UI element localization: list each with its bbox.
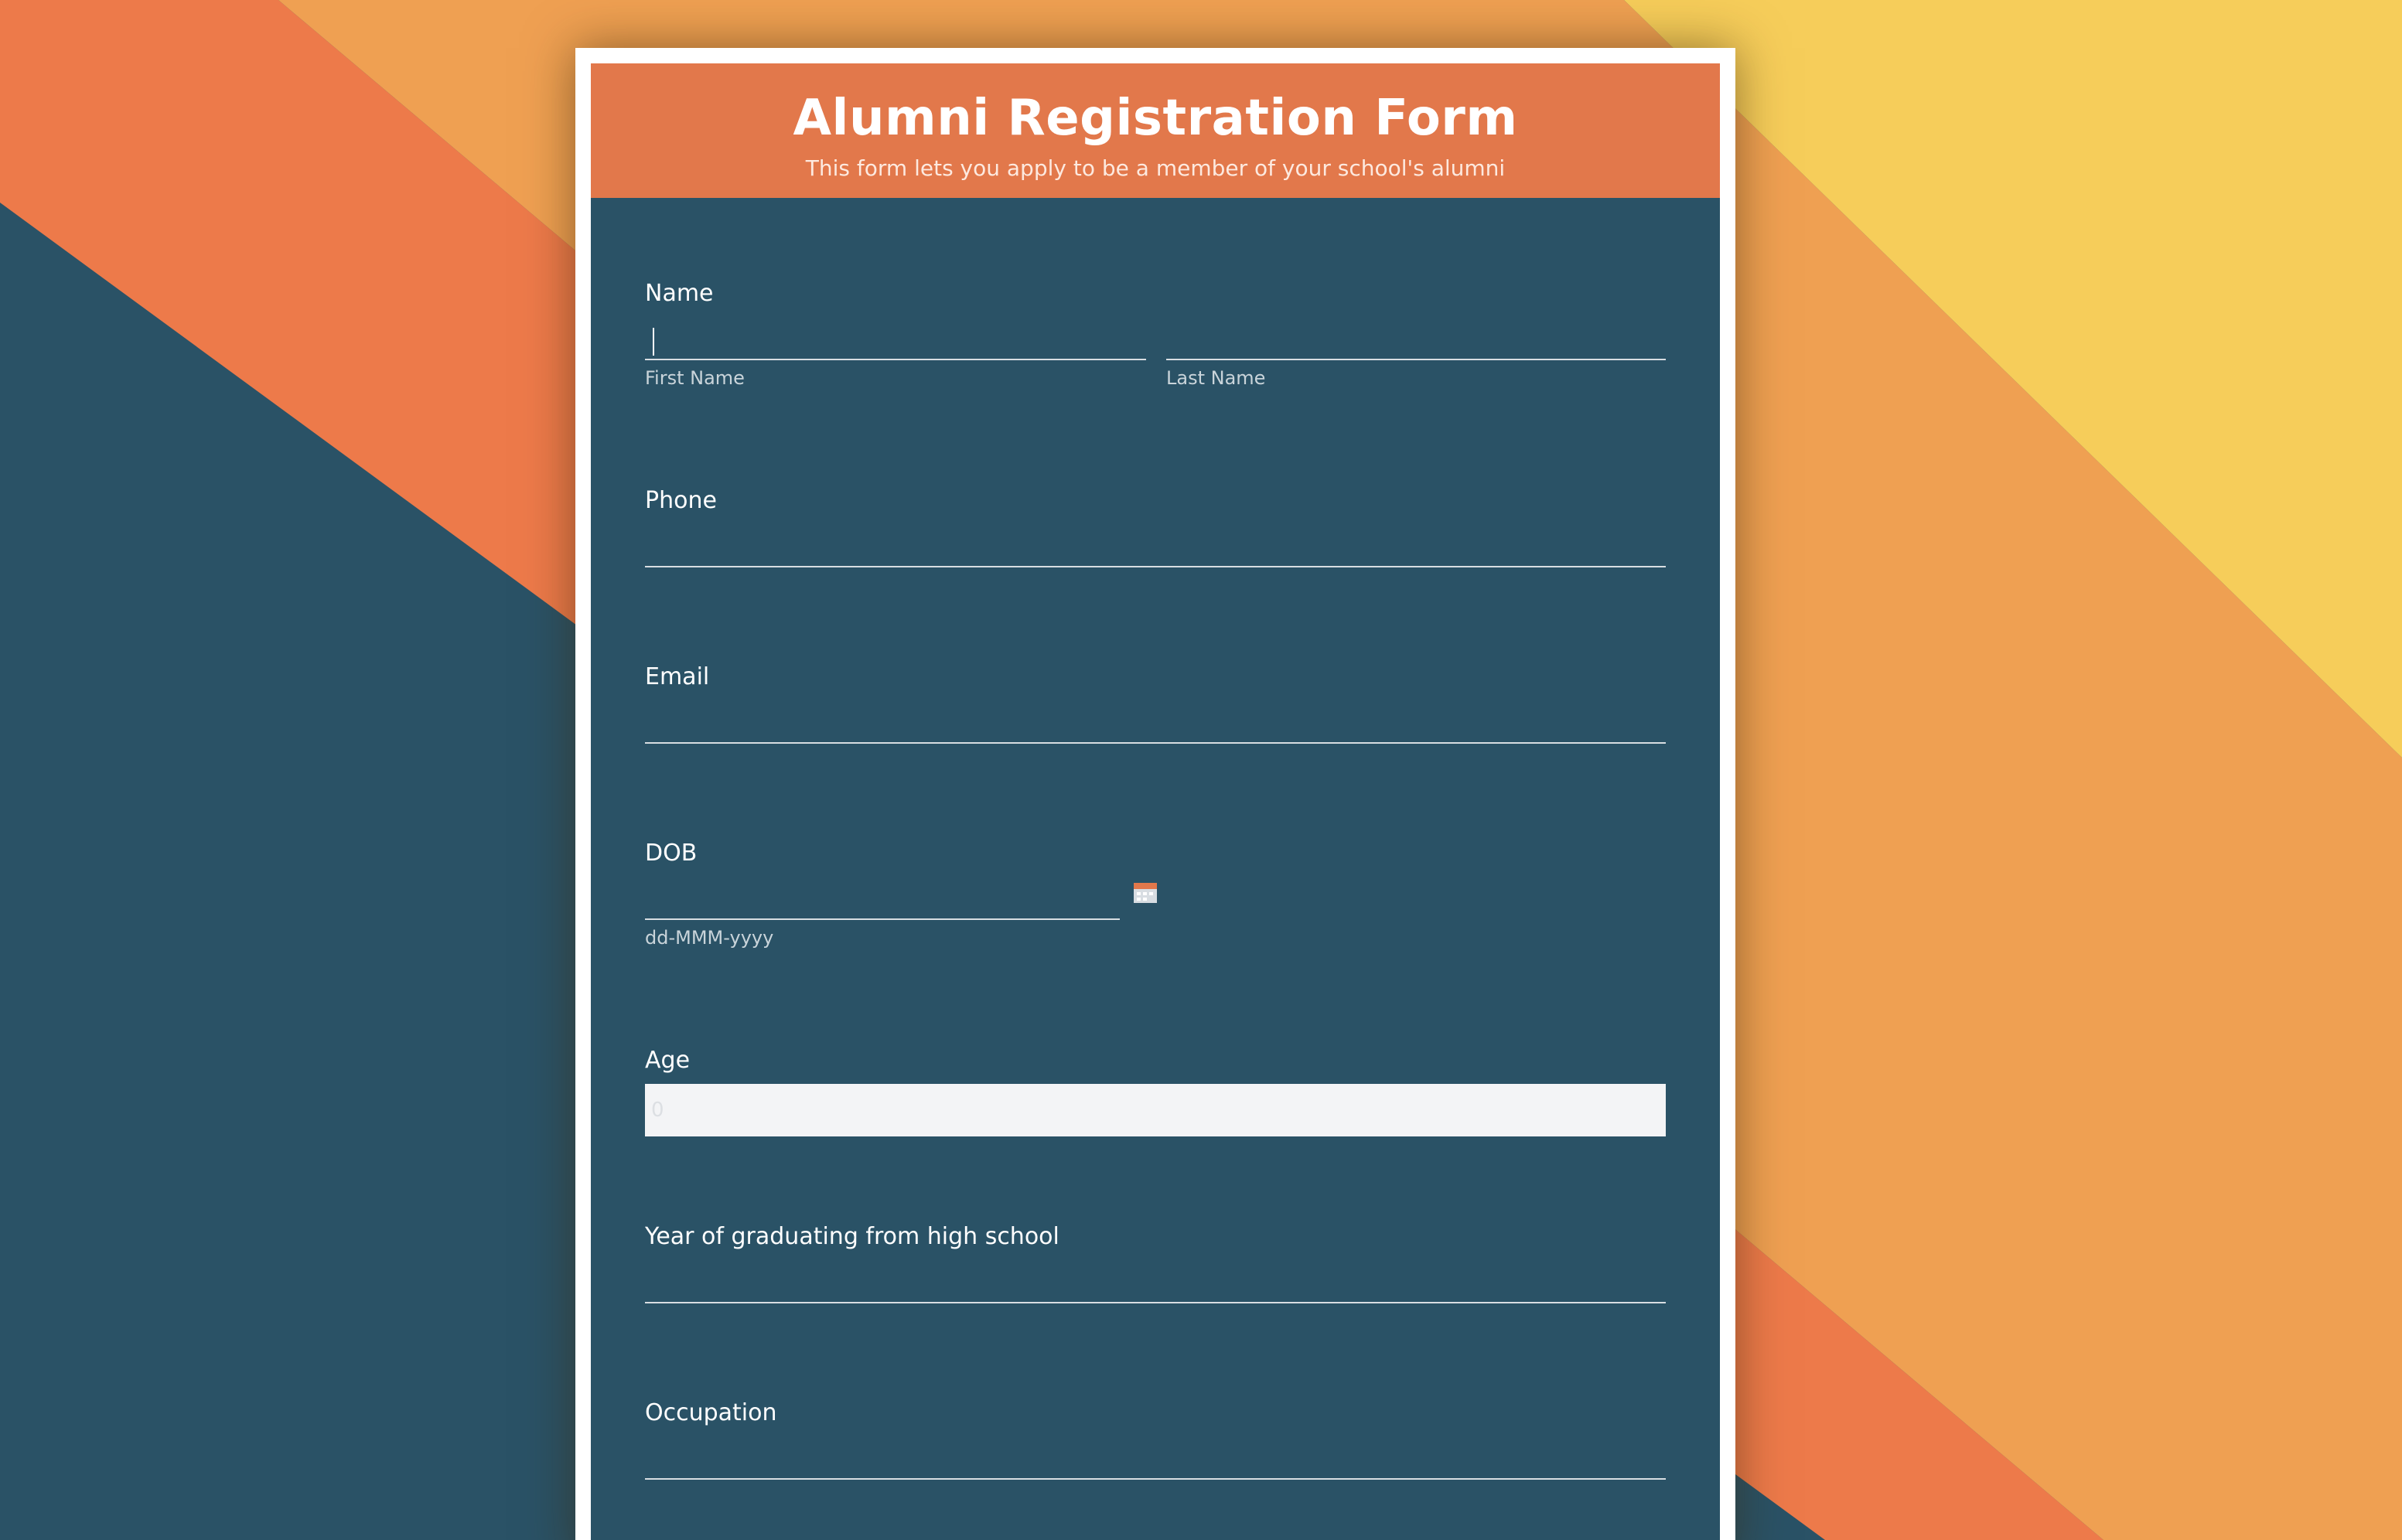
dob-label: DOB: [645, 840, 698, 867]
form-header: Alumni Registration Form This form lets …: [591, 63, 1720, 198]
occupation-field: Occupation: [645, 1398, 1666, 1491]
form-frame: Alumni Registration Form This form lets …: [575, 48, 1735, 1540]
last-name-sublabel: Last Name: [1166, 367, 1266, 389]
phone-input[interactable]: [645, 524, 1666, 567]
age-field: Age 0: [645, 1045, 1666, 1146]
age-input[interactable]: 0: [645, 1084, 1666, 1136]
occupation-input[interactable]: [645, 1436, 1666, 1480]
first-name-sublabel: First Name: [645, 367, 745, 389]
calendar-icon[interactable]: [1134, 883, 1157, 903]
graduation-year-field: Year of graduating from high school: [645, 1221, 1666, 1314]
form-title: Alumni Registration Form: [793, 90, 1518, 147]
form-subtitle: This form lets you apply to be a member …: [805, 155, 1506, 181]
name-field: Name First Name Last Name: [645, 278, 1666, 394]
dob-format-hint: dd-MMM-yyyy: [645, 927, 774, 949]
phone-label: Phone: [645, 487, 717, 514]
occupation-label: Occupation: [645, 1399, 777, 1426]
graduation-year-label: Year of graduating from high school: [645, 1223, 1059, 1250]
email-input[interactable]: [645, 700, 1666, 744]
last-name-input[interactable]: [1166, 317, 1666, 360]
email-label: Email: [645, 663, 710, 690]
dob-input[interactable]: [645, 877, 1120, 920]
graduation-year-input[interactable]: [645, 1260, 1666, 1303]
age-label: Age: [645, 1047, 691, 1074]
name-label: Name: [645, 280, 714, 307]
phone-field: Phone: [645, 486, 1666, 578]
text-caret: [653, 328, 654, 356]
dob-field: DOB dd-MMM-yyyy: [645, 838, 1666, 954]
registration-form: Alumni Registration Form This form lets …: [591, 63, 1720, 1540]
first-name-input[interactable]: [645, 317, 1146, 360]
email-field: Email: [645, 662, 1666, 755]
